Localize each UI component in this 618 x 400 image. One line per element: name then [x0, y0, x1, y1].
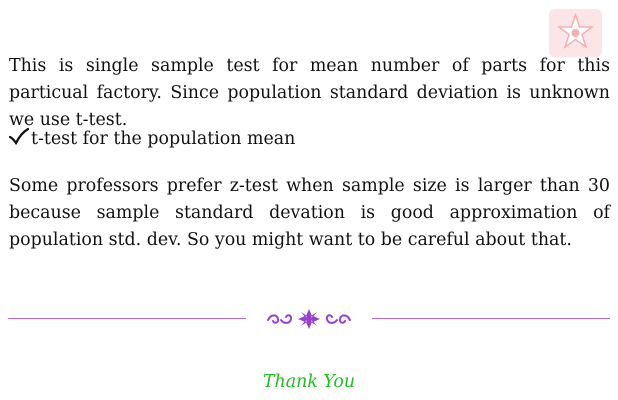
check-item: t-test for the population mean — [9, 126, 610, 153]
check-item-label: t-test for the population mean — [31, 129, 296, 149]
logo-icon — [549, 9, 602, 57]
checkmark-icon — [9, 128, 29, 145]
closing-text: Thank You — [262, 372, 356, 392]
divider-line-left — [8, 318, 246, 319]
divider-line-right — [372, 318, 610, 319]
note-paragraph: Some professors prefer z-test when sampl… — [9, 176, 610, 250]
intro-paragraph: This is single sample test for mean numb… — [9, 56, 610, 130]
ornament-icon — [267, 309, 351, 329]
